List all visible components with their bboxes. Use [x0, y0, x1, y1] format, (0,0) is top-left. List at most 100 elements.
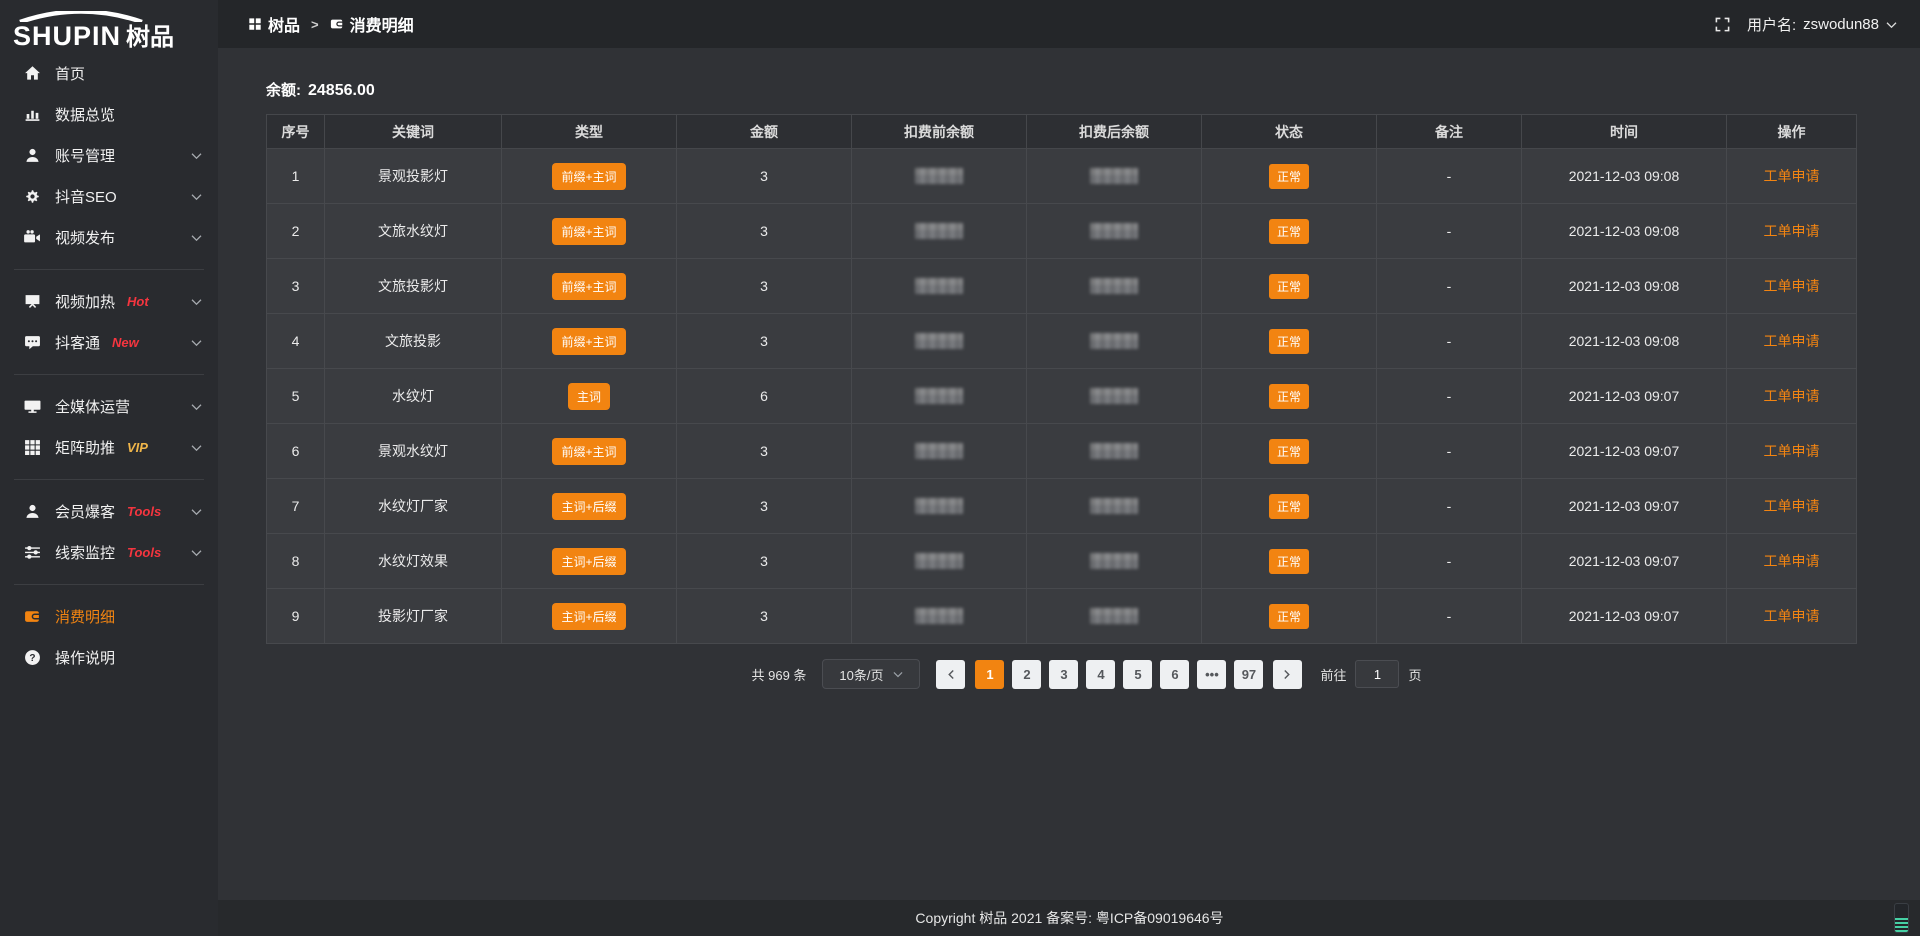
user-menu[interactable]: 用户名: zswodun88	[1747, 14, 1897, 35]
page-ellipsis-button[interactable]: •••	[1197, 660, 1226, 689]
sidebar-item-operation-guide[interactable]: ?操作说明	[0, 637, 218, 678]
cell-keyword: 文旅投影灯	[325, 259, 502, 314]
chevron-down-icon	[893, 669, 903, 679]
masked-balance	[1090, 443, 1138, 459]
page-size-select[interactable]: 10条/页	[822, 659, 920, 689]
sidebar-item-label: 全媒体运营	[55, 396, 130, 417]
cell-status: 正常	[1202, 204, 1377, 259]
prev-page-button[interactable]	[936, 660, 965, 689]
work-order-link[interactable]: 工单申请	[1764, 223, 1820, 239]
work-order-link[interactable]: 工单申请	[1764, 553, 1820, 569]
app-root: SHUPIN 树品 首页数据总览账号管理抖音SEO视频发布视频加热Hot抖客通N…	[0, 0, 1920, 936]
breadcrumb-current-label: 消费明细	[350, 12, 414, 36]
cell-time: 2021-12-03 09:08	[1522, 314, 1727, 369]
cell-pre-balance	[852, 259, 1027, 314]
table-row: 5水纹灯主词6正常-2021-12-03 09:07工单申请	[267, 369, 1857, 424]
table-column-header: 序号	[267, 115, 325, 149]
page-buttons: 123456 ••• 97	[975, 660, 1263, 689]
cell-post-balance	[1027, 149, 1202, 204]
type-badge: 前缀+主词	[552, 163, 625, 190]
type-badge: 主词+后缀	[552, 603, 625, 630]
sidebar-item-video-heat[interactable]: 视频加热Hot	[0, 281, 218, 322]
home-icon	[24, 65, 41, 82]
next-page-button[interactable]	[1273, 660, 1302, 689]
table-column-header: 类型	[502, 115, 677, 149]
cell-time: 2021-12-03 09:07	[1522, 534, 1727, 589]
work-order-link[interactable]: 工单申请	[1764, 333, 1820, 349]
cell-pre-balance	[852, 424, 1027, 479]
breadcrumb-current[interactable]: 消费明细	[330, 12, 414, 36]
monitor-icon	[24, 398, 41, 415]
cell-pre-balance	[852, 369, 1027, 424]
work-order-link[interactable]: 工单申请	[1764, 608, 1820, 624]
cell-index: 3	[267, 259, 325, 314]
cell-pre-balance	[852, 149, 1027, 204]
sidebar-item-data-overview[interactable]: 数据总览	[0, 94, 218, 135]
sidebar-item-douketong[interactable]: 抖客通New	[0, 322, 218, 363]
sidebar-item-media-operation[interactable]: 全媒体运营	[0, 386, 218, 427]
breadcrumb-root[interactable]: 树品	[248, 12, 300, 36]
status-badge: 正常	[1269, 164, 1309, 189]
type-badge: 前缀+主词	[552, 328, 625, 355]
table-column-header: 扣费后余额	[1027, 115, 1202, 149]
sidebar-item-label: 视频加热	[55, 291, 115, 312]
status-badge: 正常	[1269, 384, 1309, 409]
dashboard-icon	[248, 17, 262, 31]
cell-note: -	[1377, 314, 1522, 369]
page-button-6[interactable]: 6	[1160, 660, 1189, 689]
table-row: 7水纹灯厂家主词+后缀3正常-2021-12-03 09:07工单申请	[267, 479, 1857, 534]
masked-balance	[915, 498, 963, 514]
cell-time: 2021-12-03 09:07	[1522, 424, 1727, 479]
sidebar-item-home[interactable]: 首页	[0, 53, 218, 94]
status-badge: 正常	[1269, 604, 1309, 629]
cell-amount: 3	[677, 534, 852, 589]
corner-widget	[1894, 903, 1909, 933]
sidebar-item-video-publish[interactable]: 视频发布	[0, 217, 218, 258]
sidebar-item-matrix-boost[interactable]: 矩阵助推VIP	[0, 427, 218, 468]
sidebar-item-clue-monitor[interactable]: 线索监控Tools	[0, 532, 218, 573]
cell-time: 2021-12-03 09:07	[1522, 589, 1727, 644]
app-logo[interactable]: SHUPIN 树品	[0, 0, 218, 52]
goto-label: 前往	[1320, 665, 1346, 684]
masked-balance	[1090, 333, 1138, 349]
cell-action: 工单申请	[1727, 369, 1857, 424]
sidebar-item-member-baoke[interactable]: 会员爆客Tools	[0, 491, 218, 532]
pagination-total: 共 969 条	[752, 665, 807, 684]
work-order-link[interactable]: 工单申请	[1764, 498, 1820, 514]
cell-action: 工单申请	[1727, 259, 1857, 314]
sidebar: SHUPIN 树品 首页数据总览账号管理抖音SEO视频发布视频加热Hot抖客通N…	[0, 0, 218, 936]
cell-status: 正常	[1202, 534, 1377, 589]
cell-type: 前缀+主词	[502, 259, 677, 314]
cell-type: 前缀+主词	[502, 149, 677, 204]
cell-amount: 6	[677, 369, 852, 424]
logo-text-en: SHUPIN	[13, 23, 121, 50]
table-row: 4文旅投影前缀+主词3正常-2021-12-03 09:08工单申请	[267, 314, 1857, 369]
cell-post-balance	[1027, 314, 1202, 369]
page-button-4[interactable]: 4	[1086, 660, 1115, 689]
user-icon	[24, 503, 41, 520]
sidebar-item-consumption-detail[interactable]: 消费明细	[0, 596, 218, 637]
cell-time: 2021-12-03 09:08	[1522, 149, 1727, 204]
main-content: 余额:24856.00 序号关键词类型金额扣费前余额扣费后余额状态备注时间操作 …	[218, 48, 1920, 900]
page-button-97[interactable]: 97	[1234, 660, 1263, 689]
work-order-link[interactable]: 工单申请	[1764, 278, 1820, 294]
page-button-5[interactable]: 5	[1123, 660, 1152, 689]
breadcrumb: 树品 > 消费明细	[248, 12, 414, 36]
work-order-link[interactable]: 工单申请	[1764, 443, 1820, 459]
fullscreen-icon[interactable]	[1714, 16, 1731, 33]
wallet-icon	[330, 17, 344, 31]
sidebar-item-account-manage[interactable]: 账号管理	[0, 135, 218, 176]
sidebar-divider	[14, 479, 204, 480]
username-value: zswodun88	[1803, 16, 1879, 33]
question-icon: ?	[24, 649, 41, 666]
goto-page-input[interactable]	[1355, 660, 1399, 688]
page-button-2[interactable]: 2	[1012, 660, 1041, 689]
page-button-3[interactable]: 3	[1049, 660, 1078, 689]
sidebar-divider	[14, 584, 204, 585]
work-order-link[interactable]: 工单申请	[1764, 168, 1820, 184]
work-order-link[interactable]: 工单申请	[1764, 388, 1820, 404]
cell-post-balance	[1027, 259, 1202, 314]
sidebar-item-douyin-seo[interactable]: 抖音SEO	[0, 176, 218, 217]
page-button-1[interactable]: 1	[975, 660, 1004, 689]
masked-balance	[915, 223, 963, 239]
